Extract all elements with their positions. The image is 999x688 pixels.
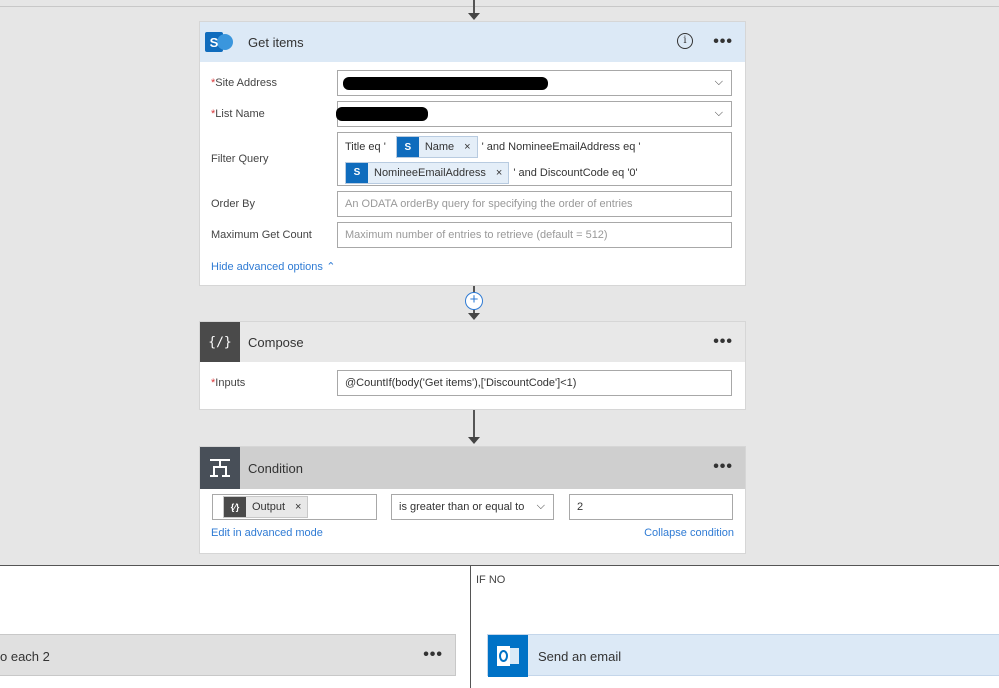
edit-advanced-link[interactable]: Edit in advanced mode [211,527,323,539]
card-title: Get items [248,34,304,50]
sharepoint-icon: S [396,137,419,157]
close-icon[interactable]: × [496,167,502,179]
filter-text: ' and DiscountCode eq '0' [513,166,638,179]
compose-braces-icon: {∕} [224,497,246,517]
site-address-field[interactable]: ⌵ [337,70,732,96]
operator-select[interactable]: is greater than or equal to ⌵ [391,494,554,520]
chevron-up-icon[interactable]: ⌃ [326,261,335,273]
operator-value: is greater than or equal to [399,501,525,513]
sharepoint-icon: S [200,22,240,62]
card-title: Compose [248,334,304,350]
filter-query-label: Filter Query [211,153,269,165]
more-options-icon[interactable]: ••• [423,646,443,664]
close-icon[interactable]: × [295,501,301,513]
redaction-mark [343,77,548,90]
more-options-icon[interactable]: ••• [713,333,733,351]
condition-header[interactable]: Condition ••• [200,447,745,489]
canvas-divider [0,6,999,7]
collapse-condition-link[interactable]: Collapse condition [644,527,734,539]
max-count-input[interactable]: Maximum number of entries to retrieve (d… [337,222,732,248]
compose-header[interactable]: {∕} Compose ••• [200,322,745,362]
add-step-icon[interactable]: + [465,292,483,310]
order-by-input[interactable]: An ODATA orderBy query for specifying th… [337,191,732,217]
compose-braces-icon: {∕} [200,322,240,362]
connector-arrow [468,13,480,20]
card-title: o each 2 [0,649,50,664]
card-title: Condition [248,460,303,476]
chevron-down-icon[interactable]: ⌵ [715,107,723,120]
close-icon[interactable]: × [464,141,470,153]
filter-text: Title eq ' [345,141,386,153]
info-icon[interactable]: i [677,33,693,49]
outlook-icon [488,635,528,677]
inputs-field[interactable]: @CountIf(body('Get items'),['DiscountCod… [337,370,732,396]
send-email-card[interactable]: Send an email [487,634,999,677]
get-items-header[interactable]: S Get items i ••• [200,22,745,62]
order-by-label: Order By [211,198,256,210]
more-options-icon[interactable]: ••• [713,458,733,476]
hide-advanced-link[interactable]: Hide advanced options ⌃ [211,259,335,273]
inputs-label: *Inputs [211,377,246,389]
name-token[interactable]: S Name × [395,136,478,158]
condition-value: 2 [577,501,584,513]
list-name-label: *List Name [211,108,265,120]
email-token[interactable]: S NomineeEmailAddress × [345,161,510,184]
filter-text: ' and NomineeEmailAddress eq ' [481,141,641,153]
token-label: NomineeEmailAddress [374,166,486,179]
sharepoint-icon: S [346,162,368,183]
branch-area: IF NO o each 2 ••• Send an email [0,565,999,688]
card-title: Send an email [538,649,622,664]
filter-query-field[interactable]: Title eq ' S Name × ' and NomineeEmailAd… [337,132,732,186]
output-token[interactable]: {∕} Output × [223,496,309,518]
condition-card[interactable]: Condition ••• {∕} Output × is greater th… [199,446,746,554]
condition-icon [200,447,240,489]
condition-value-input[interactable]: 2 [569,494,733,520]
get-items-card[interactable]: S Get items i ••• *Site Address ⌵ *List … [199,21,746,286]
inputs-value: @CountIf(body('Get items'),['DiscountCod… [345,377,577,389]
chevron-down-icon[interactable]: ⌵ [715,76,723,89]
token-label: Name [424,141,455,153]
max-count-placeholder: Maximum number of entries to retrieve (d… [345,229,608,241]
max-count-label: Maximum Get Count [211,229,312,241]
connector-line [473,410,475,438]
connector-arrow [468,313,480,320]
connector-line [473,0,475,14]
compose-card[interactable]: {∕} Compose ••• *Inputs @CountIf(body('G… [199,321,746,410]
chevron-down-icon[interactable]: ⌵ [537,500,545,513]
connector-arrow [468,437,480,444]
redaction-mark [336,107,428,121]
list-name-field[interactable]: ⌵ [336,101,732,127]
condition-left-operand[interactable]: {∕} Output × [212,494,377,520]
branch-divider [470,566,471,688]
site-address-label: *Site Address [211,77,278,89]
token-label: Output [252,501,286,513]
svg-text:S: S [210,35,219,50]
apply-to-each-card[interactable]: o each 2 ••• [0,634,456,676]
order-by-placeholder: An ODATA orderBy query for specifying th… [345,198,633,210]
if-no-label: IF NO [476,574,506,586]
more-options-icon[interactable]: ••• [713,33,733,51]
